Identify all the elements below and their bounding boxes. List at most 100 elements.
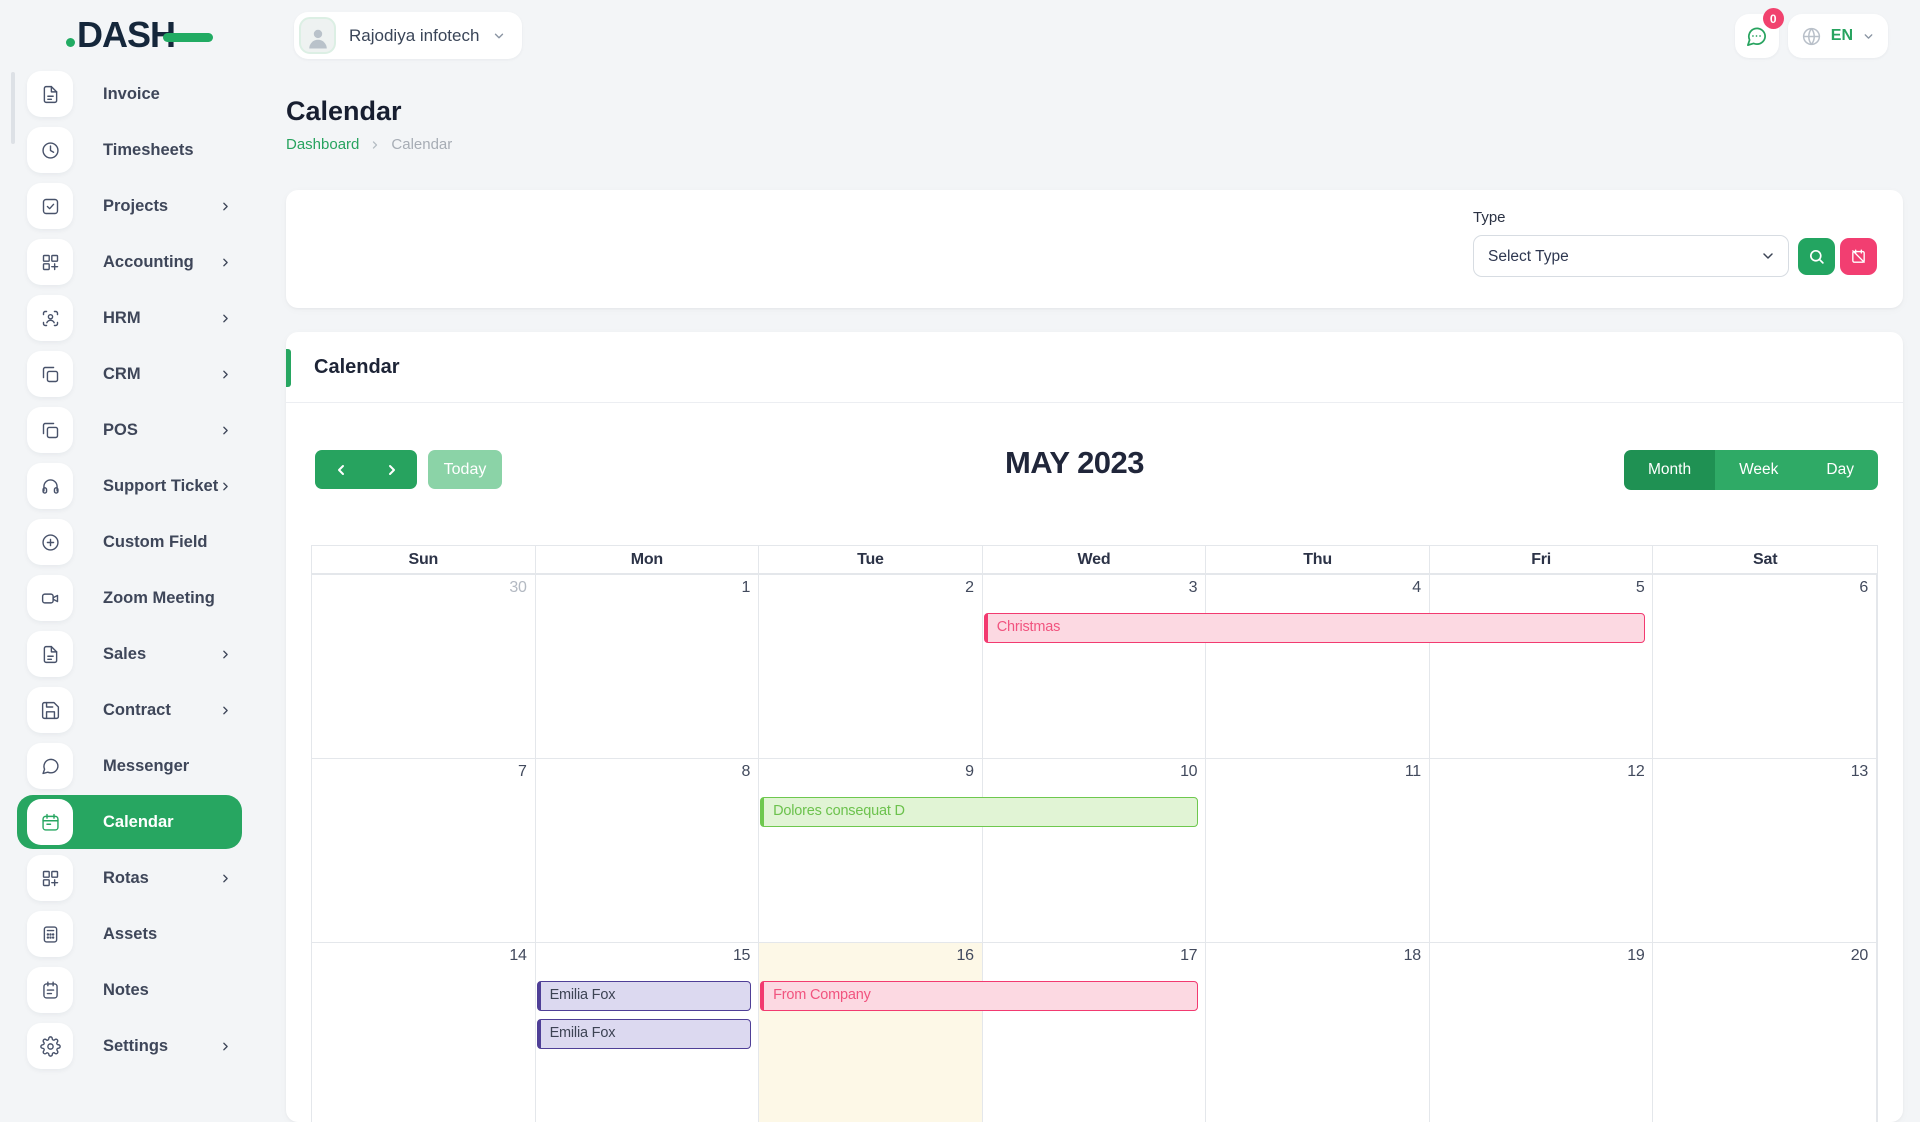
view-button-month[interactable]: Month xyxy=(1624,450,1715,490)
day-cell-16[interactable]: 16 xyxy=(759,943,983,1122)
search-button[interactable] xyxy=(1798,238,1835,275)
messages-button[interactable]: 0 xyxy=(1735,14,1779,58)
sidebar-item-label: Sales xyxy=(103,645,146,664)
avatar xyxy=(299,17,336,54)
sidebar-icon-box xyxy=(27,463,73,509)
day-cell-6[interactable]: 6 xyxy=(1653,575,1877,758)
sidebar-item-accounting[interactable]: Accounting xyxy=(0,234,270,290)
day-cell-18[interactable]: 18 xyxy=(1206,943,1430,1122)
day-cell-9[interactable]: 9 xyxy=(759,759,983,942)
sidebar-icon-box xyxy=(27,631,73,677)
sidebar-item-sales[interactable]: Sales xyxy=(0,626,270,682)
day-number: 16 xyxy=(957,947,974,965)
sidebar-item-rotas[interactable]: Rotas xyxy=(0,850,270,906)
chevron-right-icon xyxy=(219,368,232,381)
sidebar-icon-box xyxy=(27,239,73,285)
sidebar-icon-box xyxy=(27,743,73,789)
day-header-wed: Wed xyxy=(983,546,1207,573)
company-name: Rajodiya infotech xyxy=(349,26,479,46)
sidebar-item-assets[interactable]: Assets xyxy=(0,906,270,962)
filter-card: Type Select Type xyxy=(286,190,1903,308)
sidebar-item-zoom-meeting[interactable]: Zoom Meeting xyxy=(0,570,270,626)
sidebar-item-settings[interactable]: Settings xyxy=(0,1018,270,1074)
day-number: 8 xyxy=(742,763,751,781)
calendar-event[interactable]: Christmas xyxy=(984,613,1646,643)
day-cell-20[interactable]: 20 xyxy=(1653,943,1877,1122)
breadcrumb: Dashboard Calendar xyxy=(286,136,1903,153)
video-icon xyxy=(40,588,61,609)
chevron-right-icon xyxy=(219,200,232,213)
sidebar-item-label: Rotas xyxy=(103,869,149,888)
day-cell-13[interactable]: 13 xyxy=(1653,759,1877,942)
sidebar-item-notes[interactable]: Notes xyxy=(0,962,270,1018)
chevron-right-icon xyxy=(219,704,232,717)
sidebar-item-label: Projects xyxy=(103,197,168,216)
calendar-event[interactable]: Dolores consequat D xyxy=(760,797,1198,827)
day-cell-4[interactable]: 4 xyxy=(1206,575,1430,758)
day-cell-14[interactable]: 14 xyxy=(312,943,536,1122)
main-content: Calendar Dashboard Calendar Type Select … xyxy=(286,72,1903,1122)
language-selector[interactable]: EN xyxy=(1788,14,1888,58)
sidebar-item-invoice[interactable]: Invoice xyxy=(0,66,270,122)
day-cell-10[interactable]: 10 xyxy=(983,759,1207,942)
language-code: EN xyxy=(1831,27,1853,45)
week-row: 7 891011 12 13 Dolores consequat D xyxy=(312,758,1877,942)
type-select[interactable]: Select Type xyxy=(1473,235,1789,277)
day-number: 1 xyxy=(742,579,751,597)
sidebar-item-support-ticket[interactable]: Support Ticket xyxy=(0,458,270,514)
day-cell-1[interactable]: 1 xyxy=(536,575,760,758)
day-header-sun: Sun xyxy=(312,546,536,573)
sidebar-icon-box xyxy=(27,351,73,397)
reset-filter-button[interactable] xyxy=(1840,238,1877,275)
sidebar-item-label: Accounting xyxy=(103,253,194,272)
grid-plus-icon xyxy=(40,252,61,273)
day-cell-30[interactable]: 30 xyxy=(312,575,536,758)
sidebar-item-projects[interactable]: Projects xyxy=(0,178,270,234)
grid-body: 30123456Christmas78910111213Dolores cons… xyxy=(311,573,1878,1122)
day-cell-19[interactable]: 19 xyxy=(1430,943,1654,1122)
day-number: 12 xyxy=(1627,763,1644,781)
sidebar-item-crm[interactable]: CRM xyxy=(0,346,270,402)
sidebar-item-pos[interactable]: POS xyxy=(0,402,270,458)
plus-circle-icon xyxy=(40,532,61,553)
sidebar-item-hrm[interactable]: HRM xyxy=(0,290,270,346)
sidebar-item-label: Settings xyxy=(103,1037,168,1056)
sidebar-icon-box xyxy=(27,855,73,901)
day-header-sat: Sat xyxy=(1653,546,1877,573)
day-cell-8[interactable]: 8 xyxy=(536,759,760,942)
breadcrumb-home-link[interactable]: Dashboard xyxy=(286,136,359,153)
day-cell-11[interactable]: 11 xyxy=(1206,759,1430,942)
sidebar-item-messenger[interactable]: Messenger xyxy=(0,738,270,794)
message-icon xyxy=(40,756,61,777)
sidebar-item-timesheets[interactable]: Timesheets xyxy=(0,122,270,178)
day-cell-5[interactable]: 5 xyxy=(1430,575,1654,758)
app-logo: DASH xyxy=(66,14,213,56)
sidebar-item-label: Assets xyxy=(103,925,157,944)
sidebar-item-label: Notes xyxy=(103,981,149,1000)
logo-text: DASH xyxy=(77,14,175,56)
view-button-day[interactable]: Day xyxy=(1802,450,1878,490)
chevron-right-icon xyxy=(219,872,232,885)
day-cell-2[interactable]: 2 xyxy=(759,575,983,758)
sidebar-item-label: Messenger xyxy=(103,757,189,776)
clock-icon xyxy=(40,140,61,161)
calendar-event[interactable]: Emilia Fox xyxy=(537,981,752,1011)
chevron-down-icon xyxy=(1862,30,1875,43)
chevron-right-icon xyxy=(219,312,232,325)
sidebar-icon-box xyxy=(27,407,73,453)
day-cell-3[interactable]: 3 xyxy=(983,575,1207,758)
sidebar-nav: InvoiceTimesheets Projects Accounting HRM… xyxy=(0,66,270,1074)
day-number: 19 xyxy=(1627,947,1644,965)
sidebar-item-custom-field[interactable]: Custom Field xyxy=(0,514,270,570)
day-cell-12[interactable]: 12 xyxy=(1430,759,1654,942)
day-number: 5 xyxy=(1636,579,1645,597)
day-number: 6 xyxy=(1859,579,1868,597)
calendar-event[interactable]: From Company xyxy=(760,981,1198,1011)
sidebar-item-calendar[interactable]: Calendar xyxy=(17,795,242,849)
day-cell-17[interactable]: 17 xyxy=(983,943,1207,1122)
calendar-event[interactable]: Emilia Fox xyxy=(537,1019,752,1049)
sidebar-item-contract[interactable]: Contract xyxy=(0,682,270,738)
company-selector[interactable]: Rajodiya infotech xyxy=(294,12,522,59)
day-cell-7[interactable]: 7 xyxy=(312,759,536,942)
view-button-week[interactable]: Week xyxy=(1715,450,1802,490)
